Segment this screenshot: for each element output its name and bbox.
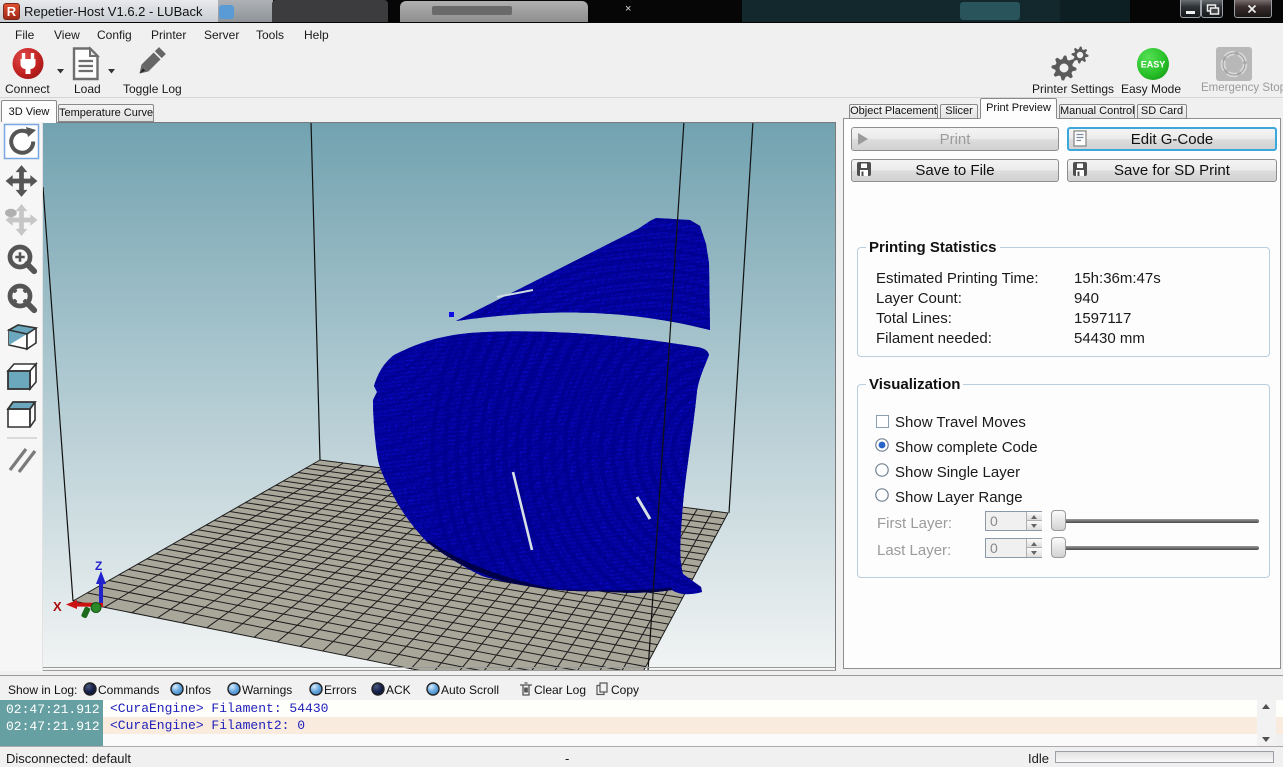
- svg-text:Z: Z: [95, 559, 102, 573]
- svg-text:EASY: EASY: [1141, 60, 1166, 70]
- svg-text:X: X: [53, 599, 62, 614]
